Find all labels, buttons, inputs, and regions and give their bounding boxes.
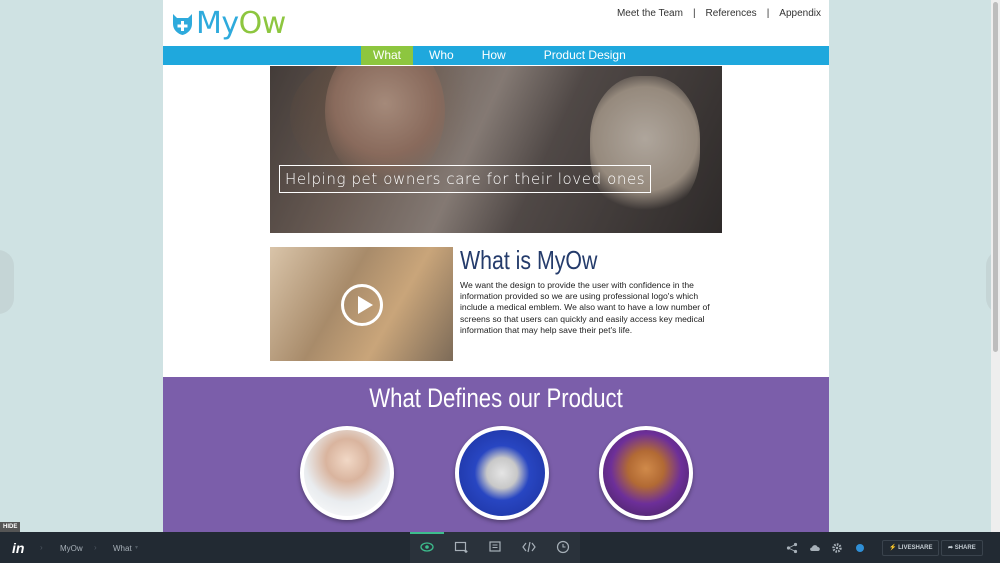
caret-down-icon: ▾ bbox=[135, 545, 139, 551]
play-icon[interactable] bbox=[341, 284, 383, 326]
share-nodes-icon[interactable] bbox=[786, 542, 798, 554]
hero-caption: Helping pet owners care for their loved … bbox=[279, 165, 652, 193]
active-mode-indicator bbox=[410, 532, 444, 534]
chevron-right-icon: › bbox=[40, 543, 43, 552]
prototype-page: MyOw Meet the Team | References | Append… bbox=[163, 0, 829, 532]
chevron-right-icon: › bbox=[94, 543, 97, 552]
nav-tab-who[interactable]: Who bbox=[415, 46, 468, 65]
link-separator: | bbox=[692, 8, 696, 19]
main-nav: What Who How Product Design bbox=[163, 46, 829, 65]
gear-icon[interactable] bbox=[831, 542, 843, 554]
myow-logo[interactable]: MyOw bbox=[172, 6, 286, 41]
breadcrumb-project[interactable]: MyOw bbox=[60, 544, 83, 553]
hero-overlay bbox=[270, 66, 722, 233]
mode-tools bbox=[410, 532, 580, 563]
defines-section: What Defines our Product bbox=[163, 377, 829, 532]
history-clock-icon[interactable] bbox=[556, 540, 570, 554]
link-meet-the-team[interactable]: Meet the Team bbox=[617, 8, 683, 19]
invision-logo[interactable]: in bbox=[12, 540, 24, 556]
link-appendix[interactable]: Appendix bbox=[779, 8, 821, 19]
nav-tab-product-design[interactable]: Product Design bbox=[532, 46, 638, 65]
logo-wordmark: MyOw bbox=[196, 6, 286, 41]
preview-eye-icon[interactable] bbox=[420, 540, 434, 554]
liveshare-label: LIVESHARE bbox=[898, 545, 933, 551]
scrollbar[interactable] bbox=[991, 0, 1000, 532]
intro-video[interactable] bbox=[270, 247, 453, 361]
invision-toolbar: in › MyOw › What ▾ ⚡ LIVESHARE ➦ SHARE bbox=[0, 532, 1000, 563]
prev-screen-arrow[interactable] bbox=[0, 250, 14, 314]
link-references[interactable]: References bbox=[706, 8, 757, 19]
hero-image: Helping pet owners care for their loved … bbox=[270, 66, 722, 233]
top-links: Meet the Team | References | Appendix bbox=[617, 8, 821, 19]
what-body: We want the design to provide the user w… bbox=[460, 280, 710, 335]
user-status-icon[interactable] bbox=[854, 542, 866, 554]
kitten-image bbox=[599, 426, 693, 520]
medical-shield-icon bbox=[173, 13, 192, 35]
comment-icon[interactable] bbox=[488, 540, 502, 554]
scrollbar-thumb[interactable] bbox=[993, 2, 998, 352]
vet-with-dog-image bbox=[300, 426, 394, 520]
liveshare-button[interactable]: ⚡ LIVESHARE bbox=[882, 540, 940, 556]
breadcrumb-screen[interactable]: What bbox=[113, 544, 132, 553]
code-inspect-icon[interactable] bbox=[522, 540, 536, 554]
link-separator: | bbox=[766, 8, 770, 19]
cloud-download-icon[interactable] bbox=[809, 542, 821, 554]
what-title: What is MyOw bbox=[460, 245, 598, 275]
build-mode-icon[interactable] bbox=[454, 540, 468, 554]
defines-title: What Defines our Product bbox=[369, 383, 623, 413]
dog-on-exam-table-image bbox=[455, 426, 549, 520]
nav-tab-how[interactable]: How bbox=[470, 46, 518, 65]
share-label: SHARE bbox=[954, 545, 976, 551]
hide-toolbar-button[interactable]: HIDE bbox=[0, 522, 21, 532]
nav-tab-what[interactable]: What bbox=[361, 46, 414, 65]
share-button[interactable]: ➦ SHARE bbox=[941, 540, 983, 556]
